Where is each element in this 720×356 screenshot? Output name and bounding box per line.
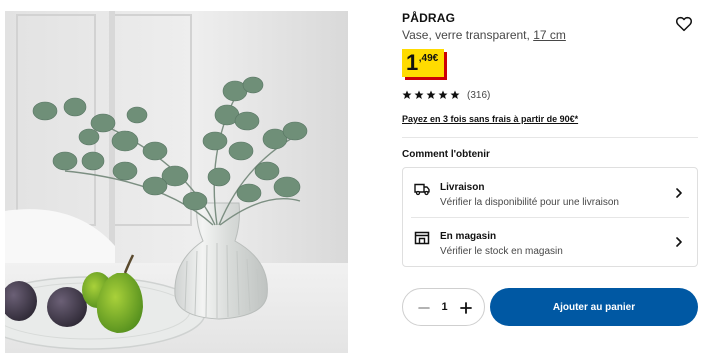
store-icon bbox=[414, 231, 430, 245]
price-integer: 1 bbox=[406, 50, 418, 75]
product-size-link[interactable]: 17 cm bbox=[533, 28, 566, 42]
store-detail: Vérifier le stock en magasin bbox=[440, 246, 563, 257]
delivery-truck-icon bbox=[414, 183, 430, 196]
star-icon bbox=[414, 90, 424, 99]
product-info-panel: PÅDRAG Vase, verre transparent, 17 cm 1 … bbox=[402, 0, 702, 356]
star-icon bbox=[402, 90, 412, 99]
store-label: En magasin bbox=[440, 231, 497, 242]
add-to-cart-button[interactable]: Ajouter au panier bbox=[490, 288, 698, 326]
obtain-options: Livraison Vérifier la disponibilité pour… bbox=[402, 167, 698, 267]
financing-link[interactable]: Payez en 3 fois sans frais à partir de 9… bbox=[402, 114, 578, 124]
product-name: PÅDRAG bbox=[402, 11, 456, 25]
star-icon bbox=[438, 90, 448, 99]
product-description: Vase, verre transparent, 17 cm bbox=[402, 28, 566, 42]
obtain-title: Comment l'obtenir bbox=[402, 149, 490, 160]
quantity-stepper: 1 bbox=[402, 288, 485, 326]
delivery-detail: Vérifier la disponibilité pour une livra… bbox=[440, 197, 619, 208]
product-image[interactable] bbox=[5, 11, 348, 353]
product-photo-illustration bbox=[5, 11, 348, 353]
product-type: Vase, verre transparent, bbox=[402, 28, 530, 42]
minus-icon[interactable] bbox=[415, 299, 433, 317]
price-badge: 1 ,49€ bbox=[402, 49, 445, 77]
rating-stars bbox=[402, 90, 460, 100]
chevron-right-icon bbox=[676, 237, 682, 247]
delivery-option[interactable]: Livraison Vérifier la disponibilité pour… bbox=[403, 168, 697, 216]
product-rating[interactable]: (316) bbox=[402, 89, 490, 101]
heart-icon[interactable] bbox=[675, 15, 693, 33]
star-icon bbox=[426, 90, 436, 99]
chevron-right-icon bbox=[676, 188, 682, 198]
store-option[interactable]: En magasin Vérifier le stock en magasin bbox=[403, 217, 697, 265]
review-count: (316) bbox=[467, 89, 491, 101]
quantity-value[interactable]: 1 bbox=[433, 289, 456, 325]
divider bbox=[402, 137, 698, 138]
star-icon bbox=[450, 90, 460, 99]
price-decimals: ,49€ bbox=[418, 53, 439, 64]
plus-icon[interactable] bbox=[457, 299, 475, 317]
delivery-label: Livraison bbox=[440, 182, 485, 193]
